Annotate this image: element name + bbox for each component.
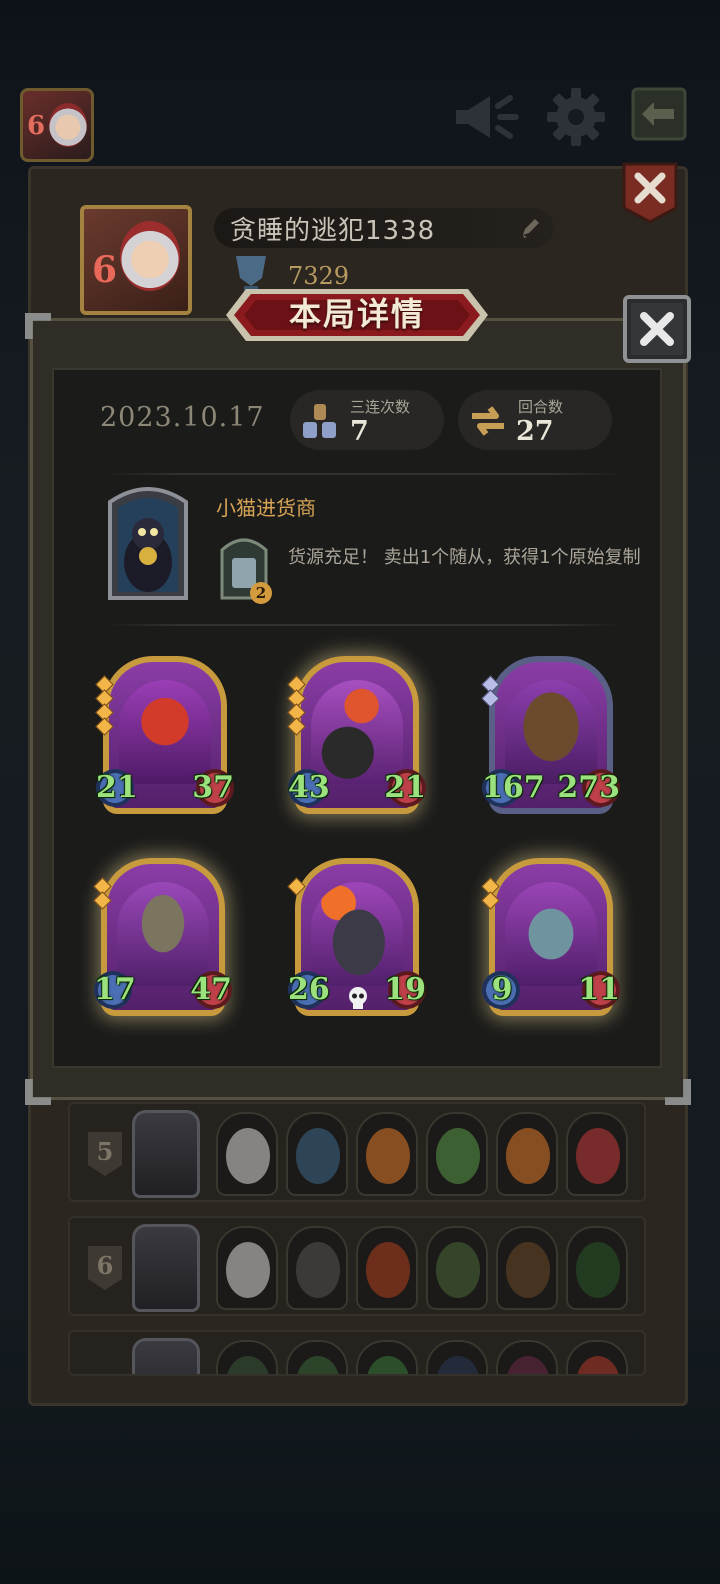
minion-thumbnail — [216, 1112, 278, 1196]
avatar-face — [49, 103, 87, 147]
minion-health: 37 — [190, 768, 236, 808]
minion-attack: 17 — [92, 970, 138, 1010]
refresh-icon — [472, 406, 504, 436]
close-icon[interactable] — [622, 294, 692, 364]
triple-icon — [303, 404, 336, 438]
rank-badge: 6 — [88, 1246, 122, 1290]
divider — [104, 473, 624, 475]
minion-thumbnail — [216, 1226, 278, 1310]
history-row[interactable] — [68, 1330, 646, 1376]
minion-thumbnail — [286, 1112, 348, 1196]
minion-thumbnail — [426, 1340, 488, 1374]
minion-attack: 43 — [286, 768, 332, 808]
round-count-label: 回合数 — [518, 398, 564, 416]
triple-count-label: 三连次数 — [350, 398, 411, 416]
minion-card[interactable]: 21 37 — [94, 656, 236, 826]
minion-health: 19 — [382, 970, 428, 1010]
minion-health: 273 — [555, 768, 622, 808]
minion-stats: 167 273 — [480, 656, 622, 826]
minion-stats: 26 19 — [286, 858, 428, 1028]
hero-power-level: 2 — [250, 582, 272, 604]
hero-portrait-large: 6 — [80, 205, 192, 315]
pencil-icon[interactable] — [520, 216, 542, 240]
portrait-face — [120, 221, 180, 291]
minion-health: 47 — [188, 970, 234, 1010]
divider — [104, 624, 624, 626]
megaphone-icon[interactable] — [452, 92, 522, 142]
hero-thumbnail — [132, 1110, 200, 1198]
round-count-stat: 回合数 27 — [458, 390, 612, 450]
hero-power-icon: 2 — [214, 532, 274, 606]
minion-card[interactable]: 26 19 — [286, 858, 428, 1028]
player-avatar-button[interactable]: 6 — [20, 88, 94, 162]
player-nickname: 贪睡的逃犯1338 — [230, 216, 436, 246]
minion-thumbnail — [496, 1340, 558, 1374]
minion-thumbnail — [566, 1112, 628, 1196]
frame-corner — [25, 313, 51, 339]
minion-stats: 9 11 — [480, 858, 622, 1028]
profile-close-icon[interactable] — [620, 162, 680, 224]
frame-corner — [665, 1079, 691, 1105]
minion-thumbnail — [566, 1340, 628, 1374]
hero-name: 小猫进货商 — [216, 496, 316, 520]
frame-corner — [25, 1079, 51, 1105]
minion-thumbnail — [496, 1112, 558, 1196]
rank-badge: 5 — [88, 1132, 122, 1176]
minion-card[interactable]: 167 273 — [480, 656, 622, 826]
history-row[interactable]: 5 — [68, 1102, 646, 1202]
hero-portrait — [108, 487, 188, 600]
minion-card[interactable]: 9 11 — [480, 858, 622, 1028]
minion-attack: 26 — [286, 970, 332, 1010]
match-date: 2023.10.17 — [100, 402, 265, 433]
hero-thumbnail — [132, 1338, 200, 1374]
minion-thumbnail — [286, 1340, 348, 1374]
minion-thumbnail — [426, 1112, 488, 1196]
minion-attack: 167 — [480, 768, 547, 808]
round-count-value: 27 — [516, 416, 554, 447]
minion-stats: 21 37 — [94, 656, 236, 826]
minion-card[interactable]: 43 21 — [286, 656, 428, 826]
hero-power-description: 货源充足！ 卖出1个随从，获得1个原始复制 — [288, 547, 641, 568]
minion-thumbnail — [566, 1226, 628, 1310]
minion-thumbnail — [286, 1226, 348, 1310]
exit-icon[interactable] — [630, 86, 688, 142]
minion-thumbnail — [356, 1226, 418, 1310]
history-row[interactable]: 6 — [68, 1216, 646, 1316]
minion-thumbnail — [496, 1226, 558, 1310]
minion-attack: 21 — [94, 768, 140, 808]
portrait-level-badge: 6 — [92, 249, 118, 291]
minion-stats: 17 47 — [92, 858, 234, 1028]
triple-count-value: 7 — [350, 416, 369, 447]
minion-attack: 9 — [480, 970, 524, 1010]
gear-icon[interactable] — [545, 86, 607, 148]
minion-thumbnail — [426, 1226, 488, 1310]
minion-health: 11 — [576, 970, 622, 1010]
minion-thumbnail — [356, 1340, 418, 1374]
hero-thumbnail — [132, 1224, 200, 1312]
minion-thumbnail — [356, 1112, 418, 1196]
modal-title: 本局详情 — [288, 295, 425, 333]
minion-health: 21 — [382, 768, 428, 808]
minion-stats: 43 21 — [286, 656, 428, 826]
minion-card[interactable]: 17 47 — [92, 858, 234, 1028]
triple-count-stat: 三连次数 7 — [290, 390, 444, 450]
player-level-badge: 6 — [27, 111, 46, 141]
minion-thumbnail — [216, 1340, 278, 1374]
